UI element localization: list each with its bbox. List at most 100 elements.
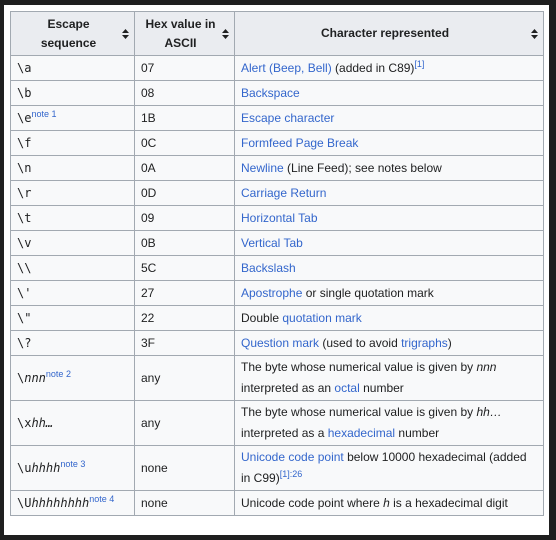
- char-italic: h: [383, 496, 390, 510]
- table-row: \' 27 Apostrophe or single quotation mar…: [10, 280, 544, 306]
- hex-cell: 09: [134, 205, 235, 231]
- header-character-represented[interactable]: Character represented: [234, 11, 544, 56]
- alert-link[interactable]: Alert (Beep, Bell): [241, 61, 332, 75]
- sort-arrows-icon[interactable]: [531, 28, 538, 39]
- octal-link[interactable]: octal: [334, 381, 359, 395]
- reference-link[interactable]: [1]:26: [280, 469, 303, 479]
- escape-cell: \f: [10, 130, 135, 156]
- table-row: \enote 1 1B Escape character: [10, 105, 544, 131]
- char-text: The byte whose numerical value is given …: [241, 360, 477, 374]
- hex-cell: any: [134, 400, 235, 446]
- char-cell: Backspace: [234, 80, 544, 106]
- newline-link[interactable]: Newline: [241, 161, 284, 175]
- note-link[interactable]: note 1: [31, 109, 56, 119]
- hex-cell: 5C: [134, 255, 235, 281]
- formfeed-link[interactable]: Formfeed Page Break: [241, 136, 358, 150]
- char-cell: Alert (Beep, Bell) (added in C89)[1]: [234, 55, 544, 81]
- char-cell: The byte whose numerical value is given …: [234, 355, 544, 401]
- char-text: Unicode code point where: [241, 496, 384, 510]
- note-link[interactable]: note 3: [60, 459, 85, 469]
- char-text: is a hexadecimal digit: [389, 496, 508, 510]
- escape-cell: \enote 1: [10, 105, 135, 131]
- table-row: \uhhhhnote 3 none Unicode code point bel…: [10, 445, 544, 491]
- header-hex-value[interactable]: Hex value in ASCII: [134, 11, 235, 56]
- hex-cell: 07: [134, 55, 235, 81]
- backslash-link[interactable]: Backslash: [241, 261, 296, 275]
- escape-cell: \nnnnote 2: [10, 355, 135, 401]
- hex-cell: 22: [134, 305, 235, 331]
- char-text: (Line Feed); see notes below: [283, 161, 442, 175]
- header-escape-line2: sequence: [40, 35, 97, 50]
- char-cell: Question mark (used to avoid trigraphs): [234, 330, 544, 356]
- table-row: \xhh… any The byte whose numerical value…: [10, 400, 544, 446]
- hex-cell: any: [134, 355, 235, 401]
- vertical-tab-link[interactable]: Vertical Tab: [241, 236, 303, 250]
- apostrophe-link[interactable]: Apostrophe: [241, 286, 302, 300]
- char-italic: hh…: [476, 405, 502, 419]
- escape-placeholder: hhhhhhhh: [31, 496, 90, 510]
- header-hex-line1: Hex value in: [145, 16, 216, 31]
- char-cell: Unicode code point where h is a hexadeci…: [234, 490, 544, 516]
- note-link[interactable]: note 2: [46, 369, 71, 379]
- char-cell: Vertical Tab: [234, 230, 544, 256]
- escape-code: \u: [17, 460, 32, 475]
- header-escape-sequence[interactable]: Escape sequence: [10, 11, 135, 56]
- char-cell: Formfeed Page Break: [234, 130, 544, 156]
- note-link[interactable]: note 4: [89, 494, 114, 504]
- char-cell: Unicode code point below 10000 hexadecim…: [234, 445, 544, 491]
- reference-link[interactable]: [1]: [414, 59, 424, 69]
- sort-arrows-icon[interactable]: [122, 28, 129, 39]
- char-cell: The byte whose numerical value is given …: [234, 400, 544, 446]
- char-cell: Apostrophe or single quotation mark: [234, 280, 544, 306]
- backspace-link[interactable]: Backspace: [241, 86, 300, 100]
- char-text: ): [447, 336, 452, 350]
- trigraphs-link[interactable]: trigraphs: [401, 336, 448, 350]
- char-italic: nnn: [476, 360, 497, 374]
- escape-placeholder: hh…: [31, 415, 54, 430]
- escape-cell: \v: [10, 230, 135, 256]
- escape-code: \e: [17, 111, 32, 125]
- carriage-return-link[interactable]: Carriage Return: [241, 186, 326, 200]
- escape-code: \x: [17, 415, 32, 430]
- char-cell: Backslash: [234, 255, 544, 281]
- escape-cell: \t: [10, 205, 135, 231]
- horizontal-tab-link[interactable]: Horizontal Tab: [241, 211, 318, 225]
- table-row: \b 08 Backspace: [10, 80, 544, 106]
- char-text: The byte whose numerical value is given …: [241, 405, 477, 419]
- char-text: (added in C89): [331, 61, 415, 75]
- table-row: \nnnnote 2 any The byte whose numerical …: [10, 355, 544, 401]
- char-text: (used to avoid: [319, 336, 402, 350]
- char-cell: Escape character: [234, 105, 544, 131]
- char-text: in C99): [241, 471, 280, 485]
- header-hex-line2: ASCII: [164, 35, 197, 50]
- header-char-label: Character represented: [320, 26, 450, 40]
- hex-cell: 08: [134, 80, 235, 106]
- unicode-code-point-link[interactable]: Unicode code point: [241, 450, 344, 464]
- escape-character-link[interactable]: Escape character: [241, 111, 334, 125]
- hexadecimal-link[interactable]: hexadecimal: [328, 426, 395, 440]
- escape-cell: \xhh…: [10, 400, 135, 446]
- escape-sequences-table: Escape sequence Hex value in ASCII Chara…: [10, 11, 544, 516]
- escape-cell: \a: [10, 55, 135, 81]
- hex-cell: 27: [134, 280, 235, 306]
- hex-cell: 1B: [134, 105, 235, 131]
- escape-cell: \b: [10, 80, 135, 106]
- escape-cell: \r: [10, 180, 135, 206]
- char-text: or single quotation mark: [302, 286, 434, 300]
- table-row: \a 07 Alert (Beep, Bell) (added in C89)[…: [10, 55, 544, 81]
- char-text: below 10000 hexadecimal (added: [343, 450, 527, 464]
- char-cell: Horizontal Tab: [234, 205, 544, 231]
- question-mark-link[interactable]: Question mark: [241, 336, 319, 350]
- quotation-mark-link[interactable]: quotation mark: [282, 311, 361, 325]
- char-text: number: [359, 381, 404, 395]
- escape-cell: \": [10, 305, 135, 331]
- escape-cell: \\: [10, 255, 135, 281]
- char-cell: Double quotation mark: [234, 305, 544, 331]
- table-row: \t 09 Horizontal Tab: [10, 205, 544, 231]
- table-row: \r 0D Carriage Return: [10, 180, 544, 206]
- hex-cell: 0D: [134, 180, 235, 206]
- table-row: \n 0A Newline (Line Feed); see notes bel…: [10, 155, 544, 181]
- hex-cell: 0B: [134, 230, 235, 256]
- table-row: \" 22 Double quotation mark: [10, 305, 544, 331]
- sort-arrows-icon[interactable]: [222, 28, 229, 39]
